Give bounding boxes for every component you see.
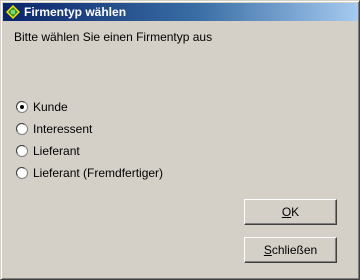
title-bar[interactable]: Firmentyp wählen bbox=[3, 3, 358, 21]
radio-label: Lieferant (Fremdfertiger) bbox=[33, 166, 164, 180]
radio-label: Lieferant bbox=[33, 144, 80, 158]
radio-option-kunde[interactable]: Kunde bbox=[16, 96, 163, 118]
radio-unselected-icon[interactable] bbox=[16, 123, 28, 135]
close-button[interactable]: Schließen bbox=[244, 237, 337, 263]
radio-unselected-icon[interactable] bbox=[16, 145, 28, 157]
radio-selected-icon[interactable] bbox=[16, 101, 28, 113]
close-mnemonic: S bbox=[263, 243, 272, 257]
dialog-window: Firmentyp wählen Bitte wählen Sie einen … bbox=[0, 0, 360, 280]
radio-unselected-icon[interactable] bbox=[16, 167, 28, 179]
radio-label: Kunde bbox=[33, 100, 68, 114]
radio-label: Interessent bbox=[33, 122, 93, 136]
radio-option-interessent[interactable]: Interessent bbox=[16, 118, 163, 140]
ok-mnemonic: O bbox=[281, 205, 292, 219]
radio-option-lieferant[interactable]: Lieferant bbox=[16, 140, 163, 162]
window-title: Firmentyp wählen bbox=[24, 5, 127, 19]
close-label-rest: chließen bbox=[271, 243, 318, 257]
radio-option-lieferant-fremdfertiger[interactable]: Lieferant (Fremdfertiger) bbox=[16, 162, 163, 184]
company-type-radio-group: Kunde Interessent Lieferant Lieferant (F… bbox=[16, 96, 163, 184]
ok-label-rest: K bbox=[291, 205, 300, 219]
prompt-text: Bitte wählen Sie einen Firmentyp aus bbox=[14, 30, 213, 44]
app-icon bbox=[6, 5, 20, 19]
ok-button[interactable]: OK bbox=[244, 199, 337, 225]
